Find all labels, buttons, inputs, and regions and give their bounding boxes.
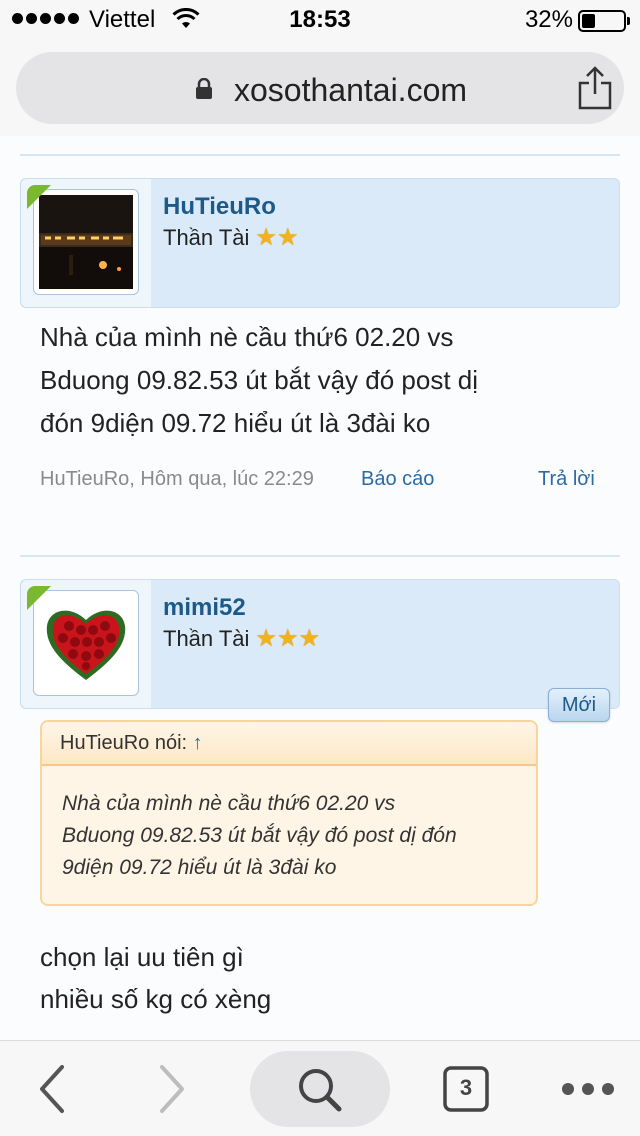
quote-body: Nhà của mình nè cầu thứ6 02.20 vs Bduong… bbox=[42, 766, 536, 884]
battery-icon bbox=[578, 10, 630, 32]
user-rank: Thần Tài ★ ★ bbox=[163, 225, 298, 251]
search-button[interactable] bbox=[250, 1051, 390, 1127]
quote-line: 9diện 09.72 hiểu út là 3đài ko bbox=[62, 856, 337, 879]
star-icon: ★ bbox=[276, 625, 299, 652]
rank-title: Thần Tài bbox=[163, 225, 250, 250]
post-meta[interactable]: HuTieuRo, Hôm qua, lúc 22:29 bbox=[40, 468, 314, 491]
reply-link[interactable]: Trả lời bbox=[538, 468, 595, 491]
post-divider bbox=[20, 555, 620, 557]
user-rank: Thần Tài ★ ★ ★ bbox=[163, 626, 320, 652]
rank-stars: ★ ★ bbox=[255, 226, 298, 250]
battery-level-fill bbox=[582, 14, 595, 28]
post-user-info: HuTieuRo Thần Tài ★ ★ bbox=[20, 178, 620, 308]
post-line: nhiều số kg có xèng bbox=[40, 984, 272, 1014]
star-icon: ★ bbox=[255, 625, 277, 652]
avatar-image-night-sign bbox=[39, 195, 133, 289]
url-text: xosothantai.com bbox=[234, 72, 468, 108]
post-line: chọn lại uu tiên gì bbox=[40, 942, 244, 972]
username[interactable]: mimi52 bbox=[163, 594, 246, 622]
post-line: Nhà của mình nè cầu thứ6 02.20 vs bbox=[40, 322, 454, 352]
online-indicator bbox=[27, 185, 51, 209]
quote-jump-arrow-icon[interactable]: ↑ bbox=[193, 732, 203, 754]
post-message: chọn lại uu tiên gì nhiều số kg có xèng bbox=[40, 936, 271, 1020]
avatar-image-rose-heart bbox=[39, 596, 133, 690]
browser-toolbar: 3 bbox=[0, 1040, 640, 1136]
address-bar[interactable]: xosothantai.com bbox=[16, 52, 624, 124]
online-indicator bbox=[27, 586, 51, 610]
quote-line: Nhà của mình nè cầu thứ6 02.20 vs bbox=[62, 792, 396, 815]
rank-stars: ★ ★ ★ bbox=[255, 627, 320, 651]
star-icon: ★ bbox=[276, 224, 299, 251]
quote-header: HuTieuRo nói: ↑ bbox=[42, 722, 536, 766]
chevron-right-icon[interactable] bbox=[150, 1063, 194, 1115]
tabs-button[interactable]: 3 bbox=[442, 1065, 490, 1113]
share-icon[interactable] bbox=[576, 66, 614, 110]
report-link[interactable]: Báo cáo bbox=[361, 468, 434, 491]
browser-address-area: xosothantai.com bbox=[0, 40, 640, 136]
lock-icon bbox=[196, 78, 212, 99]
post-message: Nhà của mình nè cầu thứ6 02.20 vs Bduong… bbox=[40, 316, 610, 445]
post-divider bbox=[20, 154, 620, 156]
avatar-cell bbox=[21, 580, 151, 708]
chevron-left-icon[interactable] bbox=[30, 1063, 74, 1115]
quote-line: Bduong 09.82.53 út bắt vậy đó post dị đó… bbox=[62, 824, 457, 847]
tab-count: 3 bbox=[459, 1075, 473, 1100]
more-icon[interactable] bbox=[560, 1079, 616, 1099]
page-content: HuTieuRo Thần Tài ★ ★ Nhà của mình nè cầu… bbox=[0, 136, 640, 1040]
star-icon: ★ bbox=[255, 224, 277, 251]
star-icon: ★ bbox=[298, 625, 320, 652]
battery-percentage: 32% bbox=[524, 6, 573, 33]
post-user-info: mimi52 Thần Tài ★ ★ ★ bbox=[20, 579, 620, 709]
new-post-badge: Mới bbox=[548, 688, 610, 722]
quote-author: HuTieuRo nói: bbox=[60, 732, 188, 754]
username[interactable]: HuTieuRo bbox=[163, 193, 276, 221]
search-icon bbox=[299, 1069, 342, 1112]
post-line: đón 9diện 09.72 hiểu út là 3đài ko bbox=[40, 408, 431, 438]
status-bar: Viettel 18:53 32% bbox=[0, 0, 640, 40]
quote-block: HuTieuRo nói: ↑ Nhà của mình nè cầu thứ6… bbox=[40, 720, 538, 906]
post-line: Bduong 09.82.53 út bắt vậy đó post dị bbox=[40, 365, 479, 395]
rank-title: Thần Tài bbox=[163, 626, 250, 651]
avatar-cell bbox=[21, 179, 151, 307]
